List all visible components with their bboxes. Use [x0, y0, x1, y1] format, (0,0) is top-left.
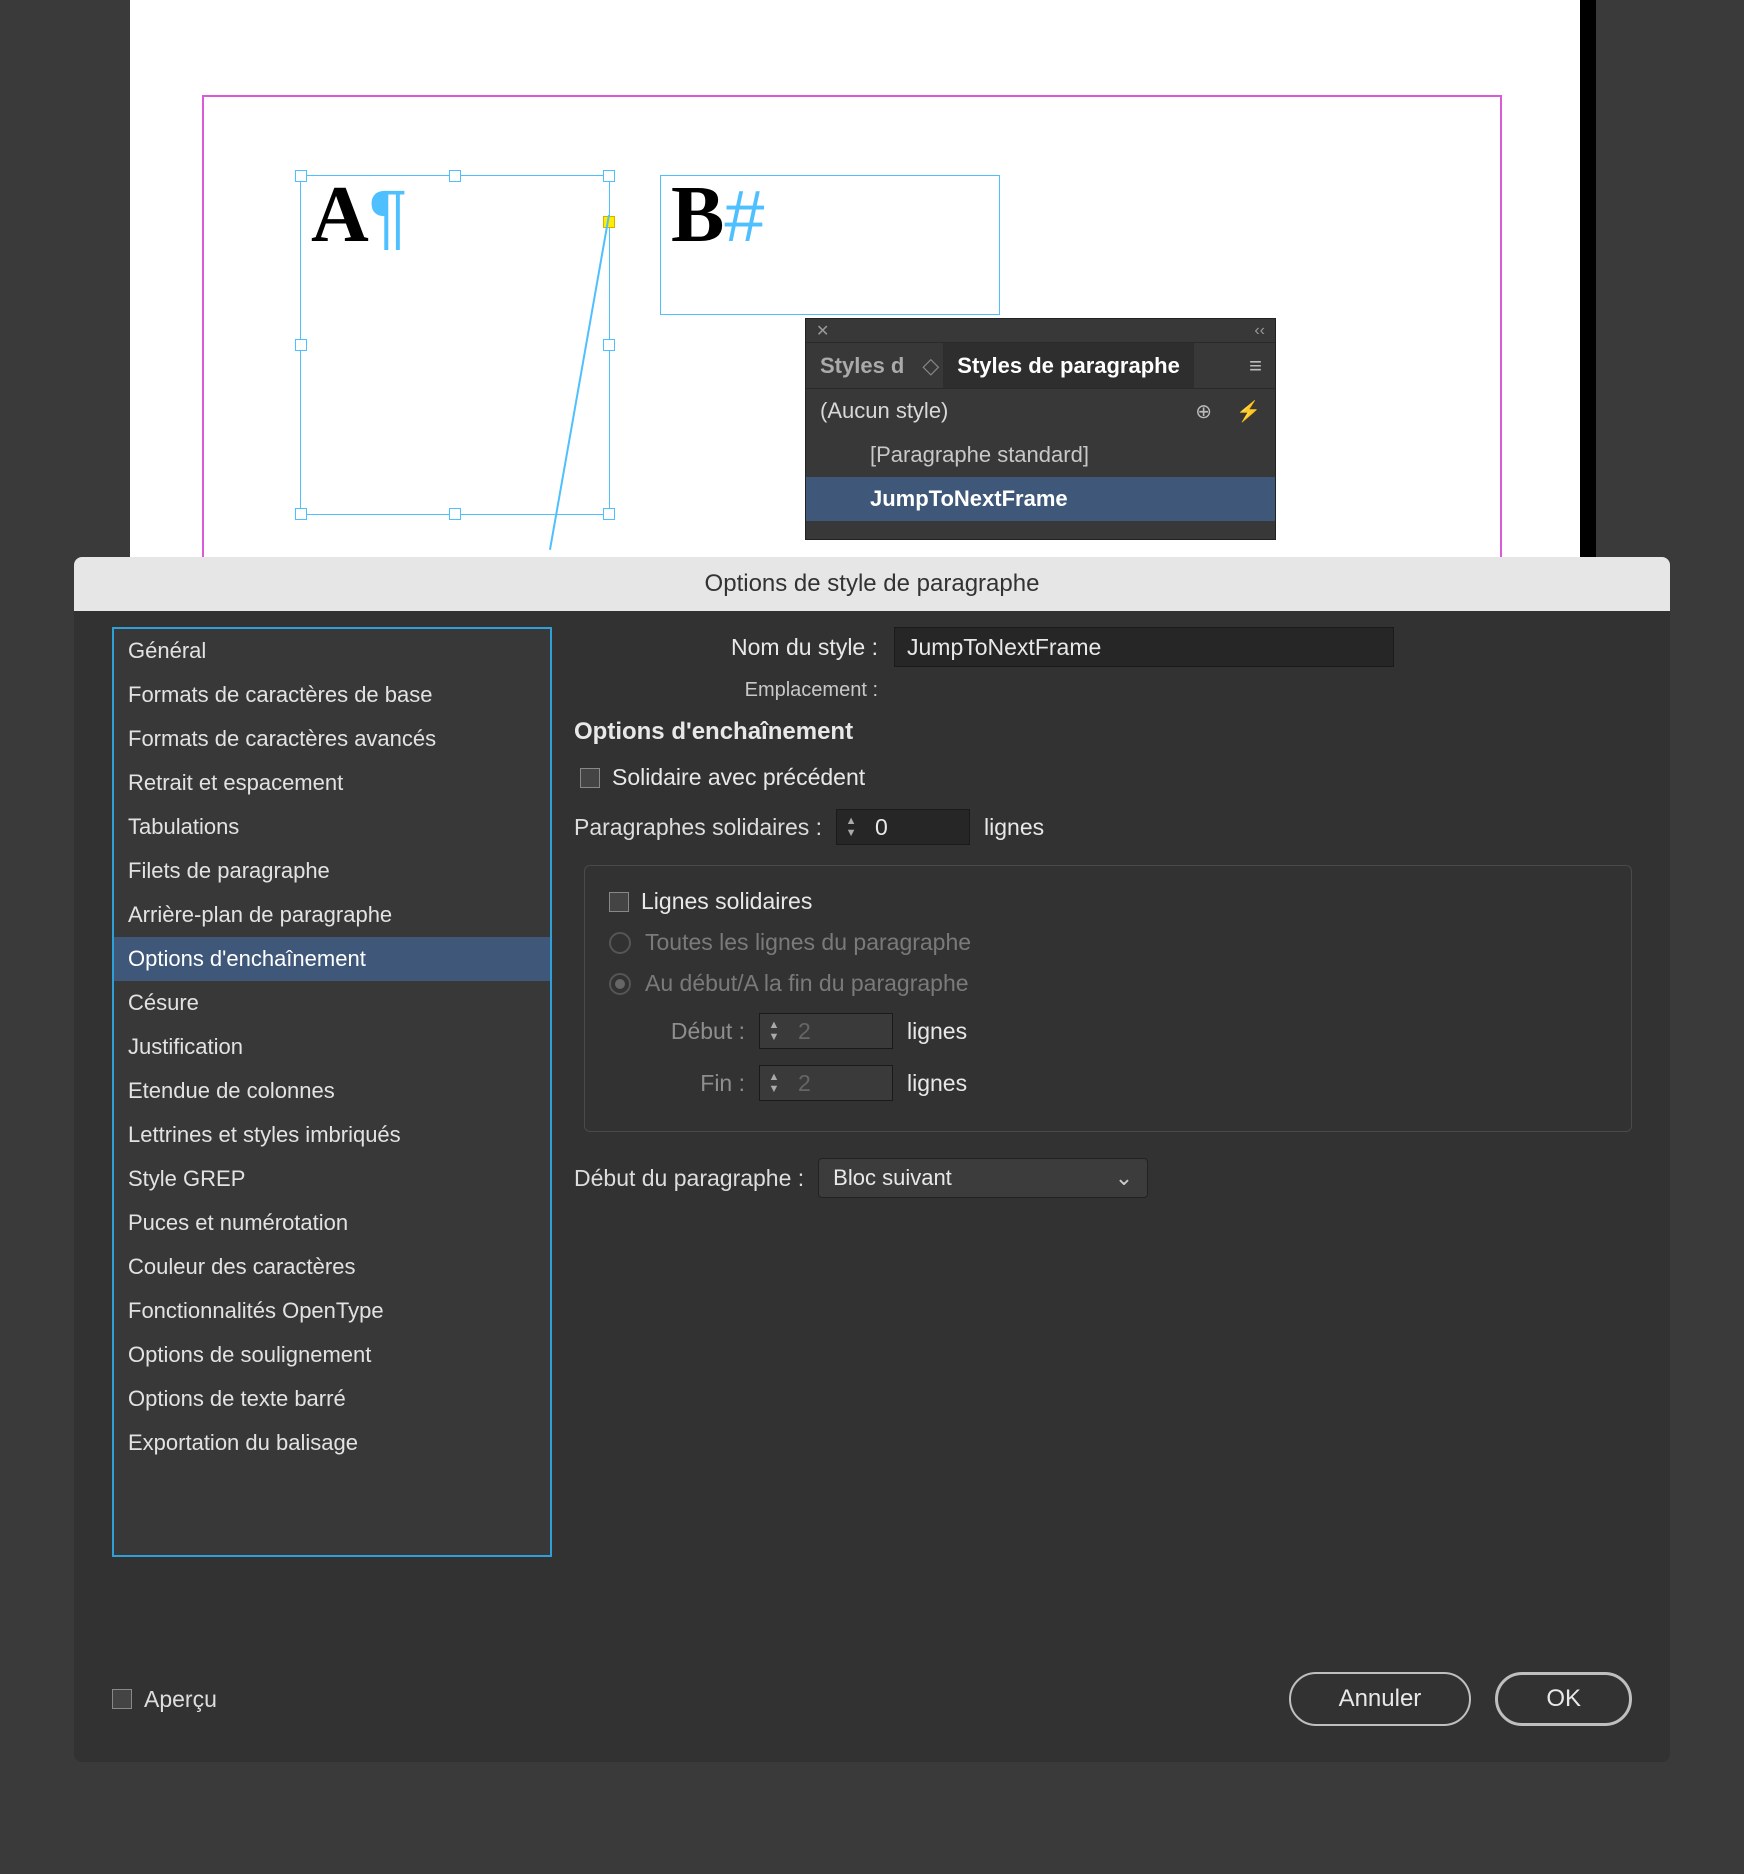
frame-a-text: A¶ [311, 170, 407, 261]
sidebar-item-tabs[interactable]: Tabulations [114, 805, 550, 849]
new-style-icon[interactable]: ⊕ [1195, 401, 1212, 423]
sidebar-item-span-columns[interactable]: Etendue de colonnes [114, 1069, 550, 1113]
paragraph-styles-panel[interactable]: ✕ ‹‹ Styles d ◇ Styles de paragraphe ≡ (… [805, 318, 1276, 540]
sidebar-item-char-color[interactable]: Couleur des caractères [114, 1245, 550, 1289]
sidebar-item-justification[interactable]: Justification [114, 1025, 550, 1069]
dialog-category-list: Général Formats de caractères de base Fo… [112, 627, 552, 1557]
resize-handle[interactable] [603, 508, 615, 520]
page-shadow [1580, 0, 1596, 560]
dialog-form: Nom du style : Emplacement : Options d'e… [574, 627, 1632, 1210]
start-lines-stepper: ▲▼ 2 [759, 1013, 893, 1049]
sidebar-item-underline[interactable]: Options de soulignement [114, 1333, 550, 1377]
preview-label: Aperçu [144, 1686, 217, 1713]
tab-scroll-icon[interactable]: ◇ [922, 353, 939, 379]
lines-label: lignes [907, 1070, 967, 1097]
quick-apply-icon[interactable]: ⚡ [1236, 401, 1261, 423]
collapse-icon[interactable]: ‹‹ [1254, 322, 1265, 340]
sidebar-item-adv-char[interactable]: Formats de caractères avancés [114, 717, 550, 761]
keep-lines-checkbox[interactable] [609, 892, 629, 912]
cancel-button[interactable]: Annuler [1289, 1672, 1472, 1726]
sidebar-item-grep[interactable]: Style GREP [114, 1157, 550, 1201]
tab-paragraph-styles[interactable]: Styles de paragraphe [943, 343, 1194, 388]
start-lines-label: Début : [639, 1018, 759, 1045]
chevron-up-icon: ▲ [769, 1071, 780, 1083]
panel-spacer [806, 521, 1275, 539]
all-lines-label: Toutes les lignes du paragraphe [645, 929, 971, 956]
chevron-up-icon: ▲ [769, 1019, 780, 1031]
chevron-up-icon[interactable]: ▲ [846, 815, 857, 827]
sidebar-item-basic-char[interactable]: Formats de caractères de base [114, 673, 550, 717]
sidebar-item-general[interactable]: Général [114, 629, 550, 673]
resize-handle[interactable] [295, 170, 307, 182]
lines-label: lignes [907, 1018, 967, 1045]
chevron-down-icon[interactable]: ▼ [846, 827, 857, 839]
end-lines-stepper: ▲▼ 2 [759, 1065, 893, 1101]
end-lines-label: Fin : [639, 1070, 759, 1097]
dialog-footer: Aperçu Annuler OK [112, 1672, 1632, 1726]
sidebar-item-hyphenation[interactable]: Césure [114, 981, 550, 1025]
ok-button[interactable]: OK [1495, 1672, 1632, 1726]
start-end-label: Au début/A la fin du paragraphe [645, 970, 969, 997]
keep-with-previous-label: Solidaire avec précédent [612, 764, 865, 791]
chevron-down-icon: ▼ [769, 1083, 780, 1095]
section-heading: Options d'enchaînement [574, 718, 1632, 746]
resize-handle[interactable] [449, 170, 461, 182]
sidebar-item-export[interactable]: Exportation du balisage [114, 1421, 550, 1465]
sidebar-item-strike[interactable]: Options de texte barré [114, 1377, 550, 1421]
sidebar-item-keep-options[interactable]: Options d'enchaînement [114, 937, 550, 981]
style-name-input[interactable] [894, 627, 1394, 667]
preview-checkbox[interactable] [112, 1689, 132, 1709]
sidebar-item-shading[interactable]: Arrière-plan de paragraphe [114, 893, 550, 937]
chevron-down-icon: ⌄ [1115, 1165, 1133, 1191]
style-row-standard[interactable]: [Paragraphe standard] [806, 433, 1275, 477]
resize-handle[interactable] [603, 170, 615, 182]
lines-label: lignes [984, 814, 1044, 841]
keep-with-previous-checkbox[interactable] [580, 768, 600, 788]
resize-handle[interactable] [295, 339, 307, 351]
sidebar-item-indents[interactable]: Retrait et espacement [114, 761, 550, 805]
keep-lines-group: Lignes solidaires Toutes les lignes du p… [584, 865, 1632, 1132]
start-paragraph-select[interactable]: Bloc suivant ⌄ [818, 1158, 1148, 1198]
frame-b-text: B# [671, 170, 764, 261]
location-label: Emplacement : [574, 679, 894, 702]
resize-handle[interactable] [603, 339, 615, 351]
start-paragraph-label: Début du paragraphe : [574, 1165, 818, 1192]
style-row-jumptonextframe[interactable]: JumpToNextFrame [806, 477, 1275, 521]
pilcrow-icon: ¶ [369, 177, 408, 257]
style-row-none[interactable]: (Aucun style) ⊕ ⚡ [806, 389, 1275, 433]
resize-handle[interactable] [295, 508, 307, 520]
sidebar-item-rules[interactable]: Filets de paragraphe [114, 849, 550, 893]
sidebar-item-bullets[interactable]: Puces et numérotation [114, 1201, 550, 1245]
panel-menu-icon[interactable]: ≡ [1249, 353, 1263, 379]
sidebar-item-drop-caps[interactable]: Lettrines et styles imbriqués [114, 1113, 550, 1157]
tab-char-styles[interactable]: Styles d [806, 343, 918, 388]
resize-handle[interactable] [449, 508, 461, 520]
style-name-label: Nom du style : [574, 634, 894, 661]
chevron-down-icon: ▼ [769, 1031, 780, 1043]
text-frame-b[interactable]: B# [660, 175, 1000, 315]
sidebar-item-opentype[interactable]: Fonctionnalités OpenType [114, 1289, 550, 1333]
start-end-radio[interactable] [609, 973, 631, 995]
keep-with-next-label: Paragraphes solidaires : [574, 814, 836, 841]
paragraph-style-options-dialog: Options de style de paragraphe Général F… [74, 557, 1670, 1762]
keep-with-next-stepper[interactable]: ▲▼ 0 [836, 809, 970, 845]
all-lines-radio[interactable] [609, 932, 631, 954]
keep-lines-label: Lignes solidaires [641, 888, 812, 915]
dialog-title: Options de style de paragraphe [74, 557, 1670, 611]
end-of-story-icon: # [724, 177, 764, 257]
close-icon[interactable]: ✕ [816, 321, 829, 341]
